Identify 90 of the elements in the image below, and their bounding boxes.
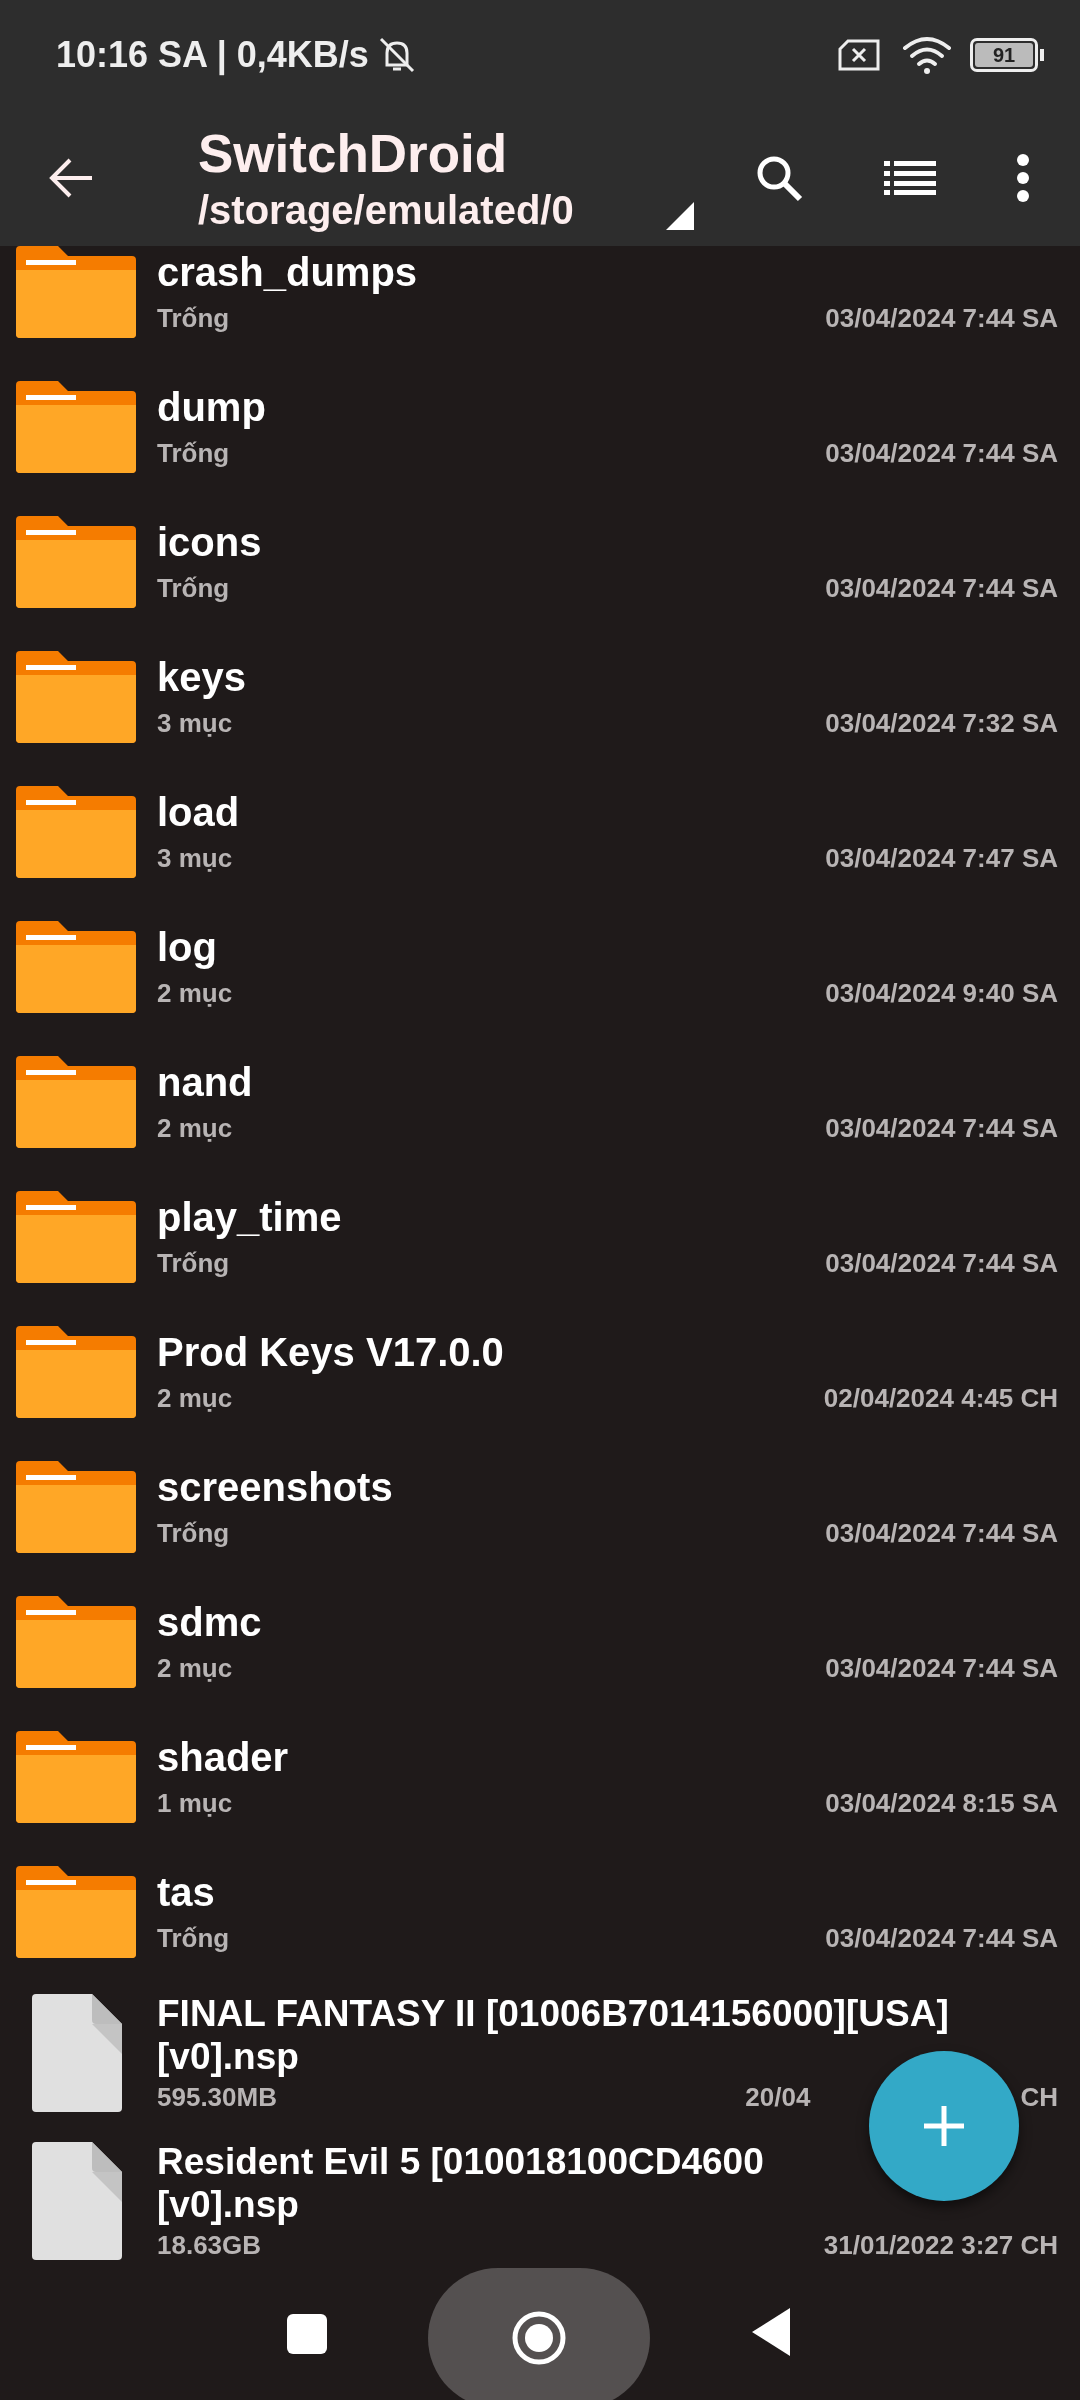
file-name: Resident Evil 5 [010018100CD4600 [v0].nsp <box>157 2140 765 2227</box>
modified-date: 03/04/2024 7:44 SA <box>825 573 1058 604</box>
folder-row[interactable]: load 3 mục 03/04/2024 7:47 SA <box>0 764 1080 899</box>
folder-info: 2 mục <box>157 1383 233 1414</box>
folder-row[interactable]: Prod Keys V17.0.0 2 mục 02/04/2024 4:45 CH <box>0 1304 1080 1439</box>
folder-row[interactable]: log 2 mục 03/04/2024 9:40 SA <box>0 899 1080 1034</box>
folder-icon <box>16 1055 136 1148</box>
folder-icon <box>16 920 136 1013</box>
status-time: 10:16 SA | 0,4KB/s <box>56 34 369 76</box>
folder-row[interactable]: dump Trống 03/04/2024 7:44 SA <box>0 359 1080 494</box>
folder-icon <box>16 1595 136 1688</box>
folder-row[interactable]: crash_dumps Trống 03/04/2024 7:44 SA <box>0 246 1080 359</box>
folder-name: load <box>157 789 241 835</box>
folder-icon <box>16 380 136 473</box>
folder-icon <box>16 1865 136 1958</box>
folder-row[interactable]: shader 1 mục 03/04/2024 8:15 SA <box>0 1709 1080 1844</box>
modified-date: 03/04/2024 7:44 SA <box>825 1113 1058 1144</box>
modified-date: 03/04/2024 9:40 SA <box>825 978 1058 1009</box>
folder-icon <box>16 246 136 338</box>
recents-button[interactable] <box>287 2314 327 2357</box>
folder-name: tas <box>157 1869 216 1915</box>
modified-date: 03/04/2024 7:44 SA <box>825 1248 1058 1279</box>
file-info: 18.63GB <box>157 2230 262 2262</box>
folder-info: Trống <box>157 303 230 334</box>
folder-row[interactable]: screenshots Trống 03/04/2024 7:44 SA <box>0 1439 1080 1574</box>
folder-info: Trống <box>157 1923 230 1954</box>
folder-icon <box>16 1730 136 1823</box>
folder-info: 3 mục <box>157 843 233 874</box>
modified-date: 03/04/2024 7:47 SA <box>825 843 1058 874</box>
plus-icon <box>924 2106 964 2146</box>
list-view-icon[interactable] <box>884 161 936 195</box>
file-row[interactable]: Resident Evil 5 [010018100CD4600 [v0].nsp 18.63GB 31/01/2022 3:27 CH <box>0 2127 1080 2266</box>
modified-date: 03/04/2024 8:15 SA <box>825 1788 1058 1819</box>
folder-info: 2 mục <box>157 1113 233 1144</box>
folder-row[interactable]: keys 3 mục 03/04/2024 7:32 SA <box>0 629 1080 764</box>
folder-icon <box>16 785 136 878</box>
folder-name: screenshots <box>157 1464 394 1510</box>
folder-name: play_time <box>157 1194 343 1240</box>
folder-name: log <box>157 924 218 970</box>
file-icon <box>32 2142 122 2260</box>
file-name: FINAL FANTASY II [01006B7014156000][USA] [v0].nsp <box>157 1992 950 2079</box>
dropdown-corner-icon[interactable] <box>666 202 694 230</box>
folder-icon <box>16 515 136 608</box>
folder-info: Trống <box>157 438 230 469</box>
file-icon <box>32 1994 122 2112</box>
folder-info: 1 mục <box>157 1788 233 1819</box>
folder-row[interactable]: nand 2 mục 03/04/2024 7:44 SA <box>0 1034 1080 1169</box>
modified-date: 03/04/2024 7:44 SA <box>825 1518 1058 1549</box>
folder-row[interactable]: sdmc 2 mục 03/04/2024 7:44 SA <box>0 1574 1080 1709</box>
file-row[interactable]: FINAL FANTASY II [01006B7014156000][USA] [v0].nsp 595.30MB 20/04 CH <box>0 1979 1080 2127</box>
modified-date: 03/04/2024 7:44 SA <box>825 1923 1058 1954</box>
back-button[interactable] <box>752 2308 792 2359</box>
more-icon[interactable] <box>1016 154 1030 202</box>
folder-row[interactable]: icons Trống 03/04/2024 7:44 SA <box>0 494 1080 629</box>
folder-name: shader <box>157 1734 290 1780</box>
folder-name: dump <box>157 384 267 430</box>
modified-date: 20/04 <box>745 2082 811 2114</box>
folder-name: crash_dumps <box>157 249 419 295</box>
sim-off-icon <box>838 39 880 71</box>
folder-row[interactable]: tas Trống 03/04/2024 7:44 SA <box>0 1844 1080 1979</box>
folder-row[interactable]: play_time Trống 03/04/2024 7:44 SA <box>0 1169 1080 1304</box>
folder-icon <box>16 1460 136 1553</box>
folder-path[interactable]: /storage/emulated/0 <box>198 188 698 233</box>
folder-icon <box>16 650 136 743</box>
modified-date: 03/04/2024 7:44 SA <box>825 1653 1058 1684</box>
folder-name: Prod Keys V17.0.0 <box>157 1329 505 1375</box>
modified-date: 31/01/2022 3:27 CH <box>823 2230 1058 2262</box>
circle-icon <box>511 2310 567 2366</box>
folder-name: keys <box>157 654 247 700</box>
folder-icon <box>16 1190 136 1283</box>
app-title: SwitchDroid <box>198 123 509 184</box>
modified-date: 02/04/2024 4:45 CH <box>823 1383 1058 1414</box>
file-info: 595.30MB <box>157 2082 277 2114</box>
folder-name: nand <box>157 1059 254 1105</box>
folder-info: 3 mục <box>157 708 233 739</box>
modified-date: 03/04/2024 7:32 SA <box>825 708 1058 739</box>
modified-date: CH <box>1020 2082 1058 2114</box>
square-icon <box>287 2314 327 2354</box>
folder-icon <box>16 1325 136 1418</box>
folder-info: Trống <box>157 1248 230 1279</box>
folder-info: Trống <box>157 1518 230 1549</box>
folder-name: sdmc <box>157 1599 263 1645</box>
folder-info: 2 mục <box>157 1653 233 1684</box>
folder-name: icons <box>157 519 263 565</box>
modified-date: 03/04/2024 7:44 SA <box>825 438 1058 469</box>
modified-date: 03/04/2024 7:44 SA <box>825 303 1058 334</box>
folder-info: Trống <box>157 573 230 604</box>
wifi-icon <box>902 35 952 75</box>
triangle-icon <box>752 2308 792 2356</box>
folder-info: 2 mục <box>157 978 233 1009</box>
